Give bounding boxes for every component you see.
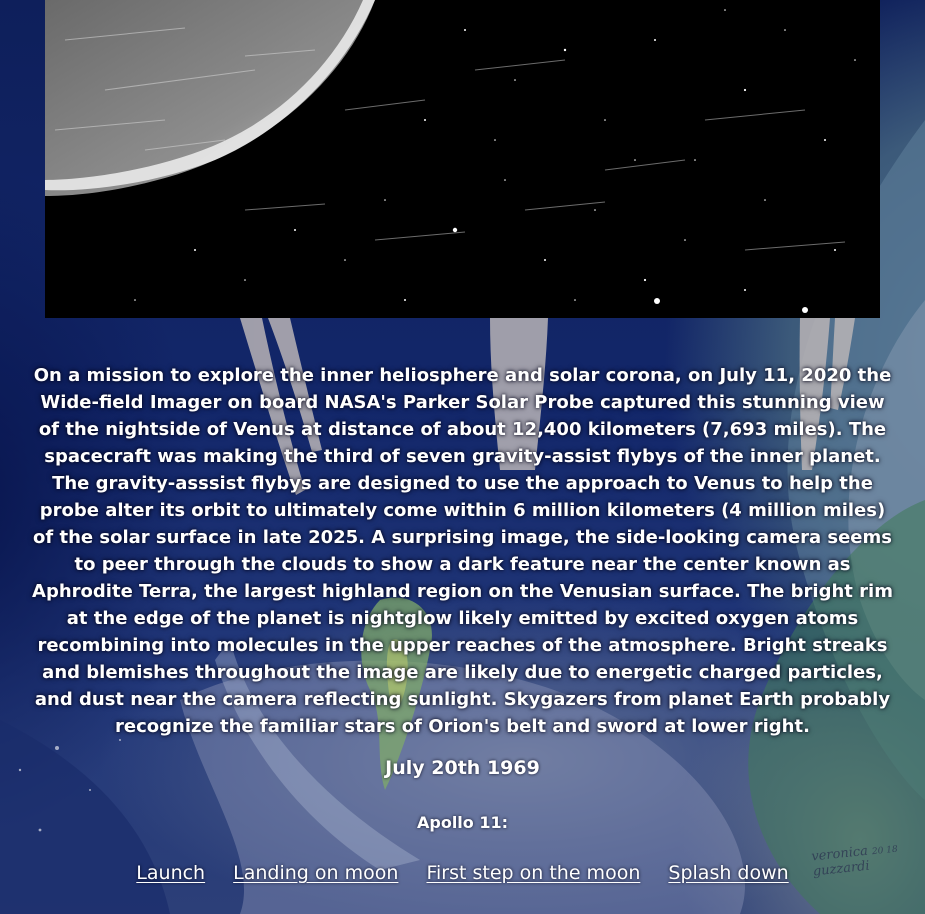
venus-nightside-image [45, 0, 880, 318]
date-heading: July 20th 1969 [385, 757, 540, 779]
mission-heading: Apollo 11: [416, 813, 509, 832]
image-caption: On a mission to explore the inner helios… [32, 365, 893, 737]
signature-year: 20 18 [871, 844, 899, 858]
hero-image [45, 0, 880, 318]
apollo-links: Launch Landing on moon First step on the… [0, 862, 925, 884]
link-landing-on-moon[interactable]: Landing on moon [233, 862, 398, 884]
link-launch[interactable]: Launch [136, 862, 205, 884]
link-splash-down[interactable]: Splash down [668, 862, 788, 884]
link-first-step-on-moon[interactable]: First step on the moon [426, 862, 640, 884]
